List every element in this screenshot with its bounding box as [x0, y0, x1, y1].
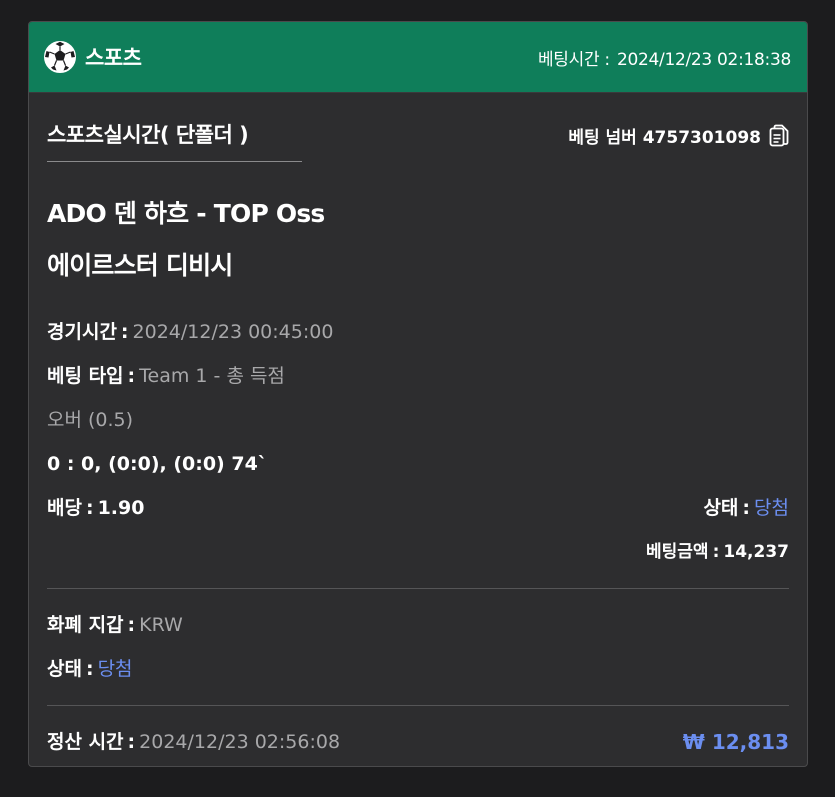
settlement-row: 정산 시간:2024/12/23 02:56:08 ₩ 12,813: [47, 720, 789, 764]
colon: :: [85, 658, 94, 680]
colon: :: [712, 542, 720, 562]
stake-row: 베팅금액:14,237: [47, 530, 789, 574]
settlement-time: 정산 시간:2024/12/23 02:56:08: [47, 720, 340, 764]
status: 상태: 당첨: [703, 486, 789, 530]
odds-status-row: 배당:1.90 상태: 당첨: [47, 486, 789, 530]
bet-details: 경기시간:2024/12/23 00:45:00 베팅 타입: Team 1 - …: [47, 310, 789, 574]
score-text: 0 : 0, (0:0), (0:0) 74`: [47, 453, 268, 475]
odds-value: 1.90: [97, 497, 145, 519]
bet-type-label: 베팅 타입: [47, 365, 124, 387]
bet-type-value: Team 1 - 총 득점: [139, 365, 285, 387]
colon: :: [85, 497, 94, 519]
match-time-row: 경기시간:2024/12/23 00:45:00: [47, 310, 789, 354]
wallet-status-label: 상태: [47, 658, 82, 680]
market-title: 스포츠실시간( 단폴더 ): [47, 119, 302, 162]
bet-number: 베팅 넘버 4757301098: [568, 119, 789, 148]
bet-time: 베팅시간 : 2024/12/23 02:18:38: [538, 45, 791, 70]
match-title: ADO 덴 하흐 - TOP Oss: [47, 199, 325, 228]
selection-title: 에이르스터 디비시: [47, 251, 233, 280]
match-time-label: 경기시간: [47, 321, 117, 343]
bet-type-row: 베팅 타입: Team 1 - 총 득점: [47, 354, 789, 398]
card-header: 스포츠 베팅시간 : 2024/12/23 02:18:38: [29, 22, 807, 93]
wallet-section: 화폐 지갑: KRW 상태: 당첨: [47, 603, 789, 691]
bet-time-label: 베팅시간 :: [537, 49, 610, 70]
colon: :: [742, 497, 751, 519]
divider: [47, 705, 789, 706]
odds: 배당:1.90: [47, 486, 144, 530]
bet-number-text: 베팅 넘버 4757301098: [568, 128, 761, 148]
currency-value: KRW: [139, 614, 183, 636]
colon: :: [127, 731, 136, 753]
market-row: 스포츠실시간( 단폴더 ) 베팅 넘버 4757301098: [47, 93, 789, 162]
wallet-status-row: 상태: 당첨: [47, 647, 789, 691]
document-copy-icon[interactable]: [769, 124, 789, 148]
wallet-status-value: 당첨: [97, 658, 133, 680]
soccer-ball-icon: [44, 41, 76, 73]
currency-label: 화폐 지갑: [47, 614, 124, 636]
colon: :: [127, 614, 136, 636]
bet-time-value: 2024/12/23 02:18:38: [616, 49, 791, 70]
settlement-label: 정산 시간: [47, 731, 124, 753]
stake-value: 14,237: [723, 542, 789, 562]
colon: :: [127, 365, 136, 387]
status-value: 당첨: [754, 497, 789, 519]
stake-label: 베팅금액: [646, 542, 709, 562]
bet-slip-card: 스포츠 베팅시간 : 2024/12/23 02:18:38 스포츠실시간( 단…: [28, 21, 808, 767]
status-label: 상태: [703, 497, 739, 519]
pick-text: 오버 (0.5): [47, 409, 134, 431]
colon: :: [120, 321, 129, 343]
payout-amount: ₩ 12,813: [682, 730, 789, 754]
sport-title: 스포츠: [85, 46, 142, 70]
teams: ADO 덴 하흐 - TOP Oss 에이르스터 디비시: [47, 188, 789, 292]
sport-heading: 스포츠: [43, 40, 142, 74]
odds-label: 배당: [47, 497, 82, 519]
currency-row: 화폐 지갑: KRW: [47, 603, 789, 647]
settlement-value: 2024/12/23 02:56:08: [139, 731, 341, 753]
match-time-value: 2024/12/23 00:45:00: [132, 321, 334, 343]
card-body: 스포츠실시간( 단폴더 ) 베팅 넘버 4757301098 ADO 덴 하흐 …: [29, 93, 807, 764]
divider: [47, 588, 789, 589]
